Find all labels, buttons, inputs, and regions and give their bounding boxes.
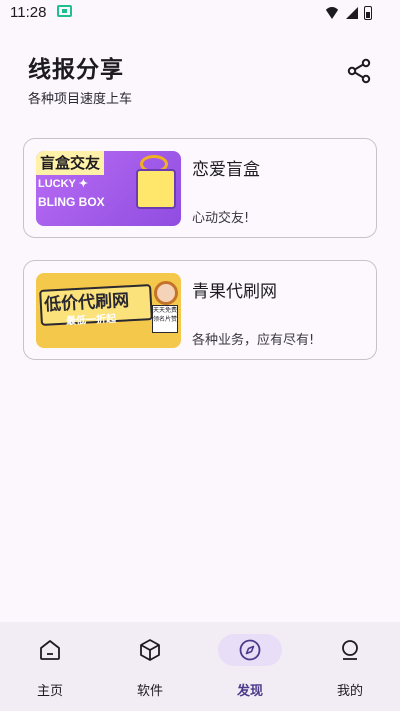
girl-illustration-icon <box>154 281 178 305</box>
home-icon <box>40 640 60 660</box>
tv-icon <box>57 5 72 17</box>
status-time: 11:28 <box>10 4 47 21</box>
thumb-title: 盲盒交友 <box>36 151 105 175</box>
nav-software[interactable]: 软件 <box>100 634 200 699</box>
card-thumbnail: 低价代刷网 最低一折起 天天免费领名片赞 <box>36 273 181 348</box>
card-thumbnail: 盲盒交友 LUCKY ✦ BLING BOX <box>36 151 181 226</box>
nav-icon-container <box>18 634 82 666</box>
nav-icon-container <box>318 634 382 666</box>
nav-label: 软件 <box>136 684 163 699</box>
gift-box-icon <box>136 169 176 209</box>
card-desc: 各种业务，应有尽有! <box>192 333 315 348</box>
card-love-blind-box[interactable]: 盲盒交友 LUCKY ✦ BLING BOX 恋爱盲盒 心动交友! <box>23 138 377 238</box>
page-subtitle: 各种项目速度上车 <box>28 92 133 107</box>
card-desc: 心动交友! <box>192 211 250 226</box>
card-title: 青果代刷网 <box>192 282 277 302</box>
thumb-sign: 天天免费领名片赞 <box>152 305 178 333</box>
battery-icon <box>364 6 372 20</box>
signal-icon <box>346 7 358 19</box>
nav-label: 发现 <box>236 684 263 699</box>
compass-icon <box>239 639 261 661</box>
nav-icon-container <box>118 634 182 666</box>
page-title: 线报分享 <box>28 57 124 83</box>
nav-label: 主页 <box>36 684 63 699</box>
thumb-line2: BLING BOX <box>38 195 105 209</box>
person-icon <box>342 640 358 660</box>
cube-icon <box>140 639 160 661</box>
bottom-nav: 主页 软件 发现 我的 <box>0 622 400 711</box>
nav-home[interactable]: 主页 <box>0 634 100 699</box>
thumb-line1: LUCKY ✦ <box>38 178 88 190</box>
header: 线报分享 各种项目速度上车 <box>28 50 132 107</box>
card-qingguo[interactable]: 低价代刷网 最低一折起 天天免费领名片赞 青果代刷网 各种业务，应有尽有! <box>23 260 377 360</box>
status-bar: 11:28 <box>0 0 400 28</box>
nav-icon-container <box>218 634 282 666</box>
nav-label: 我的 <box>336 684 363 699</box>
thumb-subtitle: 最低一折起 <box>65 313 117 328</box>
nav-mine[interactable]: 我的 <box>300 634 400 699</box>
card-title: 恋爱盲盒 <box>192 160 260 180</box>
status-icons <box>324 6 372 20</box>
share-icon[interactable] <box>346 58 372 84</box>
nav-discover[interactable]: 发现 <box>200 634 300 699</box>
wifi-icon <box>324 7 340 19</box>
